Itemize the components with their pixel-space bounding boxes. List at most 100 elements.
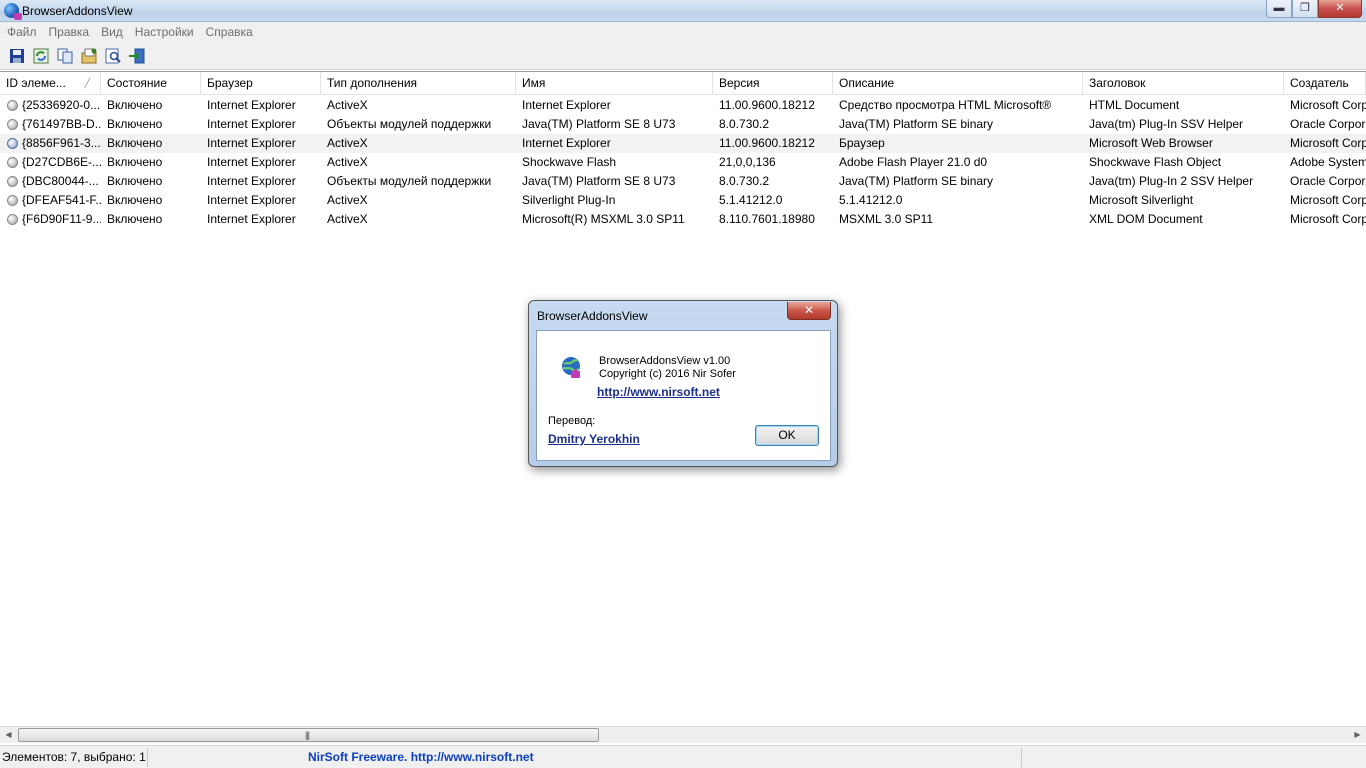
cell-creator: Adobe System	[1290, 155, 1366, 169]
table-row[interactable]: {761497BB-D... Включено Internet Explorer О…	[0, 115, 1366, 134]
cell-id: {8856F961-3...	[0, 134, 101, 153]
cell-name: Java(TM) Platform SE 8 U73	[522, 174, 676, 188]
cell-browser: Internet Explorer	[207, 193, 296, 207]
cell-browser: Internet Explorer	[207, 136, 296, 150]
cell-state: Включено	[107, 136, 163, 150]
cell-id: {761497BB-D...	[0, 115, 101, 134]
dialog-copyright-text: Copyright (c) 2016 Nir Sofer	[599, 368, 736, 380]
window-title: BrowserAddonsView	[22, 4, 133, 18]
cell-id: {25336920-0...	[0, 96, 101, 115]
menu-bar: Файл Правка Вид Настройки Справка	[0, 22, 1366, 42]
column-header-browser[interactable]: Браузер	[201, 72, 321, 95]
table-row[interactable]: {8856F961-3... Включено Internet Explorer A…	[0, 134, 1366, 153]
cell-state: Включено	[107, 174, 163, 188]
cell-title: HTML Document	[1089, 98, 1180, 112]
save-button[interactable]	[8, 47, 26, 65]
column-header-description[interactable]: Описание	[833, 72, 1083, 95]
cell-id-text: {DFEAF541-F...	[22, 193, 101, 207]
horizontal-scrollbar[interactable]: ◀ ||| ▶	[0, 726, 1366, 743]
column-header-creator[interactable]: Создатель	[1284, 72, 1366, 95]
maximize-button[interactable]: ❐	[1292, 0, 1318, 18]
column-header-state[interactable]: Состояние	[101, 72, 201, 95]
about-dialog: BrowserAddonsView ✕ BrowserAddonsView v1…	[528, 300, 838, 467]
column-header-name[interactable]: Имя	[516, 72, 713, 95]
cell-creator: Oracle Corpor	[1290, 117, 1366, 131]
column-header-addon-type[interactable]: Тип дополнения	[321, 72, 516, 95]
globe-puzzle-icon	[562, 357, 580, 378]
cell-id: {DBC80044-...	[0, 172, 101, 191]
table-row[interactable]: {DFEAF541-F... Включено Internet Explorer A…	[0, 191, 1366, 210]
column-header-version[interactable]: Версия	[713, 72, 833, 95]
title-bar: BrowserAddonsView ▬ ❐ ✕	[0, 0, 1366, 22]
refresh-button[interactable]	[32, 47, 50, 65]
app-icon	[4, 3, 22, 20]
cell-creator: Microsoft Corp	[1290, 98, 1366, 112]
exit-icon	[129, 48, 145, 63]
cell-state: Включено	[107, 212, 163, 226]
cell-name: Java(TM) Platform SE 8 U73	[522, 117, 676, 131]
dialog-website-link[interactable]: http://www.nirsoft.net	[597, 385, 720, 399]
cell-addon-type: ActiveX	[327, 136, 368, 150]
cell-title: XML DOM Document	[1089, 212, 1203, 226]
close-button[interactable]: ✕	[1318, 0, 1362, 18]
cell-title: Java(tm) Plug-In SSV Helper	[1089, 117, 1244, 131]
table-row[interactable]: {D27CDB6E-... Включено Internet Explorer Ac…	[0, 153, 1366, 172]
menu-options[interactable]: Настройки	[130, 22, 201, 42]
cell-description: Java(TM) Platform SE binary	[839, 117, 994, 131]
cell-description: Adobe Flash Player 21.0 d0	[839, 155, 988, 169]
table-row[interactable]: {DBC80044-... Включено Internet Explorer Об…	[0, 172, 1366, 191]
cell-id: {F6D90F11-9...	[0, 210, 101, 229]
ok-button[interactable]: OK	[755, 425, 819, 446]
cell-id-text: {25336920-0...	[22, 98, 101, 112]
menu-help[interactable]: Справка	[201, 22, 260, 42]
menu-file[interactable]: Файл	[2, 22, 44, 42]
find-button[interactable]	[104, 47, 122, 65]
cell-name: Silverlight Plug-In	[522, 193, 616, 207]
cell-name: Internet Explorer	[522, 98, 611, 112]
cell-browser: Internet Explorer	[207, 117, 296, 131]
copy-icon	[57, 48, 73, 63]
cell-state: Включено	[107, 117, 163, 131]
cell-name: Shockwave Flash	[522, 155, 617, 169]
window-controls: ▬ ❐ ✕	[1266, 0, 1362, 18]
find-icon	[105, 48, 121, 63]
cell-title: Microsoft Silverlight	[1089, 193, 1194, 207]
column-header-id[interactable]: ID элеме... ╱	[0, 72, 101, 95]
cell-creator: Microsoft Corp	[1290, 193, 1366, 207]
dialog-translator-link[interactable]: Dmitry Yerokhin	[548, 432, 640, 446]
addon-status-icon	[7, 100, 18, 111]
properties-icon	[81, 48, 97, 63]
cell-addon-type: ActiveX	[327, 155, 368, 169]
cell-browser: Internet Explorer	[207, 174, 296, 188]
copy-button[interactable]	[56, 47, 74, 65]
cell-version: 8.110.7601.18980	[719, 212, 815, 226]
addon-status-icon	[7, 138, 18, 149]
cell-browser: Internet Explorer	[207, 212, 296, 226]
cell-state: Включено	[107, 193, 163, 207]
cell-addon-type: Объекты модулей поддержки	[327, 174, 492, 188]
minimize-button[interactable]: ▬	[1266, 0, 1292, 18]
dialog-translation-label: Перевод:	[548, 415, 596, 427]
cell-id-text: {761497BB-D...	[22, 117, 101, 131]
addon-status-icon	[7, 176, 18, 187]
cell-version: 8.0.730.2	[719, 174, 770, 188]
status-nirsoft-link[interactable]: NirSoft Freeware. http://www.nirsoft.net	[300, 748, 1022, 767]
scrollbar-thumb[interactable]: |||	[18, 728, 599, 742]
dialog-title: BrowserAddonsView	[537, 309, 648, 323]
cell-id-text: {8856F961-3...	[22, 136, 101, 150]
scroll-left-arrow[interactable]: ◀	[0, 727, 17, 744]
menu-view[interactable]: Вид	[96, 22, 130, 42]
table-row[interactable]: {F6D90F11-9... Включено Internet Explorer A…	[0, 210, 1366, 229]
column-header-label: ID элеме...	[6, 76, 66, 90]
table-row[interactable]: {25336920-0... Включено Internet Explorer A…	[0, 96, 1366, 115]
cell-addon-type: Объекты модулей поддержки	[327, 117, 492, 131]
addon-status-icon	[7, 214, 18, 225]
properties-button[interactable]	[80, 47, 98, 65]
dialog-close-button[interactable]: ✕	[787, 302, 831, 320]
scroll-right-arrow[interactable]: ▶	[1349, 727, 1366, 744]
column-header-title[interactable]: Заголовок	[1083, 72, 1284, 95]
status-bar: Элементов: 7, выбрано: 1 NirSoft Freewar…	[0, 745, 1366, 768]
menu-edit[interactable]: Правка	[44, 22, 97, 42]
exit-button[interactable]	[128, 47, 146, 65]
cell-creator: Microsoft Corp	[1290, 212, 1366, 226]
